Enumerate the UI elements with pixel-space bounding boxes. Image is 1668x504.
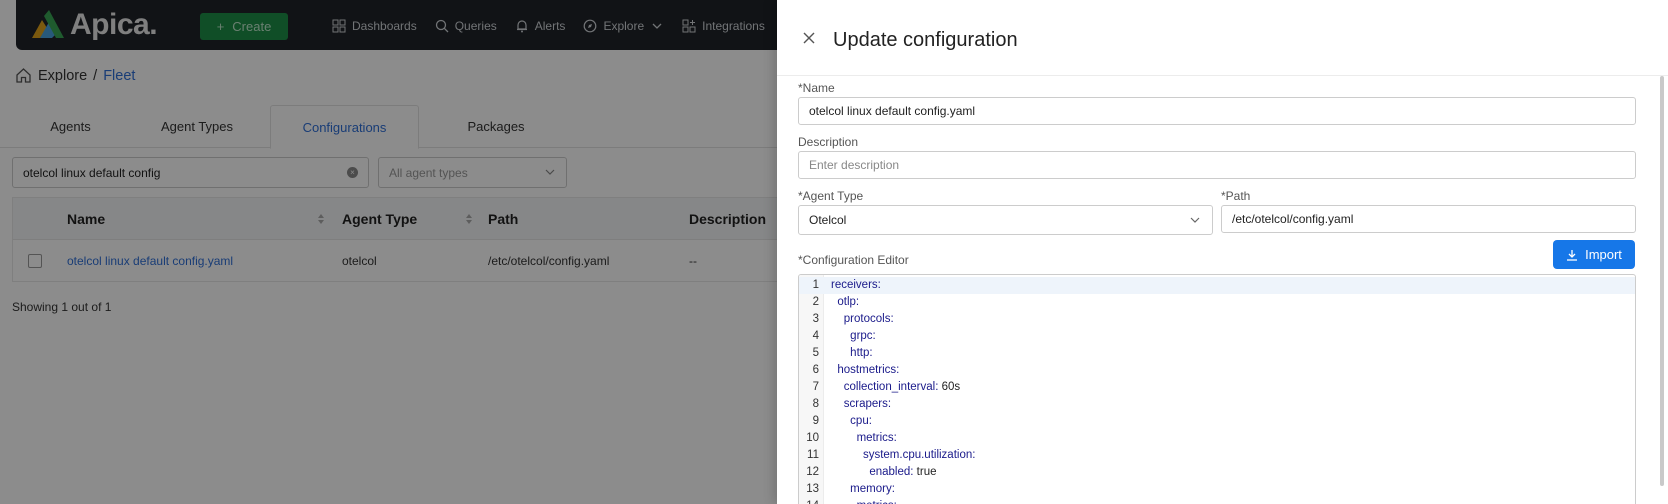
yaml-key: receivers: — [831, 279, 881, 291]
modal-backdrop[interactable] — [0, 0, 777, 504]
code-text: memory: — [831, 481, 895, 498]
configuration-editor-label: *Configuration Editor — [798, 253, 909, 267]
path-value: /etc/otelcol/config.yaml — [1232, 212, 1354, 226]
code-text: scrapers: — [831, 396, 891, 413]
description-field[interactable]: Enter description — [798, 151, 1636, 179]
path-label: *Path — [1221, 189, 1251, 203]
line-number: 12 — [806, 466, 819, 478]
code-line[interactable]: 7 collection_interval: 60s — [799, 379, 1635, 396]
drawer-header: Update configuration — [777, 0, 1668, 76]
code-line[interactable]: 4 grpc: — [799, 328, 1635, 345]
import-button[interactable]: Import — [1553, 240, 1635, 269]
line-number: 7 — [812, 381, 819, 393]
yaml-key: cpu: — [850, 415, 872, 427]
close-icon[interactable] — [801, 30, 817, 46]
name-value: otelcol linux default config.yaml — [809, 104, 976, 118]
code-text: hostmetrics: — [831, 362, 899, 379]
line-number: 5 — [812, 347, 819, 359]
line-number: 11 — [807, 449, 819, 461]
code-text: metrics: — [831, 498, 897, 504]
code-line[interactable]: 13 memory: — [799, 481, 1635, 498]
download-icon — [1567, 249, 1578, 261]
description-label: Description — [798, 135, 859, 149]
drawer-scrollbar[interactable] — [1660, 76, 1664, 486]
agent-type-label: *Agent Type — [798, 189, 864, 203]
code-line[interactable]: 6 hostmetrics: — [799, 362, 1635, 379]
line-number: 6 — [812, 364, 819, 376]
yaml-key: enabled: — [869, 466, 914, 478]
code-text: receivers: — [831, 277, 881, 294]
line-number: 13 — [806, 483, 819, 495]
code-line[interactable]: 14 metrics: — [799, 498, 1635, 504]
yaml-key: protocols: — [843, 313, 894, 325]
configuration-editor[interactable]: 1 receivers: 2 otlp: 3 protocols: 4 grpc: 5 h… — [798, 274, 1636, 504]
yaml-key: otlp: — [837, 296, 860, 308]
code-text: system.cpu.utilization: — [831, 447, 976, 464]
import-label: Import — [1585, 247, 1622, 262]
yaml-value: true — [913, 466, 937, 478]
code-line[interactable]: 8 scrapers: — [799, 396, 1635, 413]
code-line[interactable]: 12 enabled: true — [799, 464, 1635, 481]
code-line[interactable]: 3 protocols: — [799, 311, 1635, 328]
yaml-key: collection_interval: — [843, 381, 939, 393]
yaml-key: scrapers: — [843, 398, 892, 410]
yaml-key: memory: — [850, 483, 895, 495]
code-text: collection_interval: 60s — [831, 379, 960, 396]
line-number: 10 — [806, 432, 819, 444]
code-text: http: — [831, 345, 873, 362]
line-number: 14 — [799, 498, 819, 504]
line-number: 2 — [812, 296, 819, 308]
yaml-key: grpc: — [850, 330, 876, 342]
line-number: 3 — [812, 313, 819, 325]
name-label: *Name — [798, 81, 835, 95]
code-line[interactable]: 11 system.cpu.utilization: — [799, 447, 1635, 464]
description-placeholder: Enter description — [809, 158, 900, 172]
line-number: 8 — [812, 398, 819, 410]
code-text: protocols: — [831, 311, 894, 328]
code-text: cpu: — [831, 413, 872, 430]
code-line[interactable]: 10 metrics: — [799, 430, 1635, 447]
yaml-key: hostmetrics: — [837, 364, 900, 376]
drawer-title: Update configuration — [833, 29, 1018, 51]
yaml-key: metrics: — [857, 500, 897, 504]
update-configuration-drawer: Update configuration *Name otelcol linux… — [777, 0, 1668, 504]
agent-type-value: Otelcol — [809, 213, 847, 227]
code-line[interactable]: 2 otlp: — [799, 294, 1635, 311]
yaml-key: metrics: — [856, 432, 897, 444]
code-line[interactable]: 5 http: — [799, 345, 1635, 362]
agent-type-select[interactable]: Otelcol — [798, 205, 1213, 235]
line-number: 4 — [812, 330, 819, 342]
line-number: 9 — [812, 415, 819, 427]
line-number: 1 — [812, 279, 819, 291]
yaml-value: 60s — [938, 381, 961, 393]
code-text: enabled: true — [831, 464, 936, 481]
code-text: metrics: — [831, 430, 897, 447]
code-text: grpc: — [831, 328, 876, 345]
yaml-key: http: — [850, 347, 873, 359]
name-field[interactable]: otelcol linux default config.yaml — [798, 97, 1636, 125]
path-field[interactable]: /etc/otelcol/config.yaml — [1221, 205, 1636, 233]
yaml-key: system.cpu.utilization: — [862, 449, 976, 461]
code-line[interactable]: 9 cpu: — [799, 413, 1635, 430]
chevron-down-icon — [1190, 217, 1200, 223]
code-text: otlp: — [831, 294, 859, 311]
code-line[interactable]: 1 receivers: — [799, 277, 1635, 294]
